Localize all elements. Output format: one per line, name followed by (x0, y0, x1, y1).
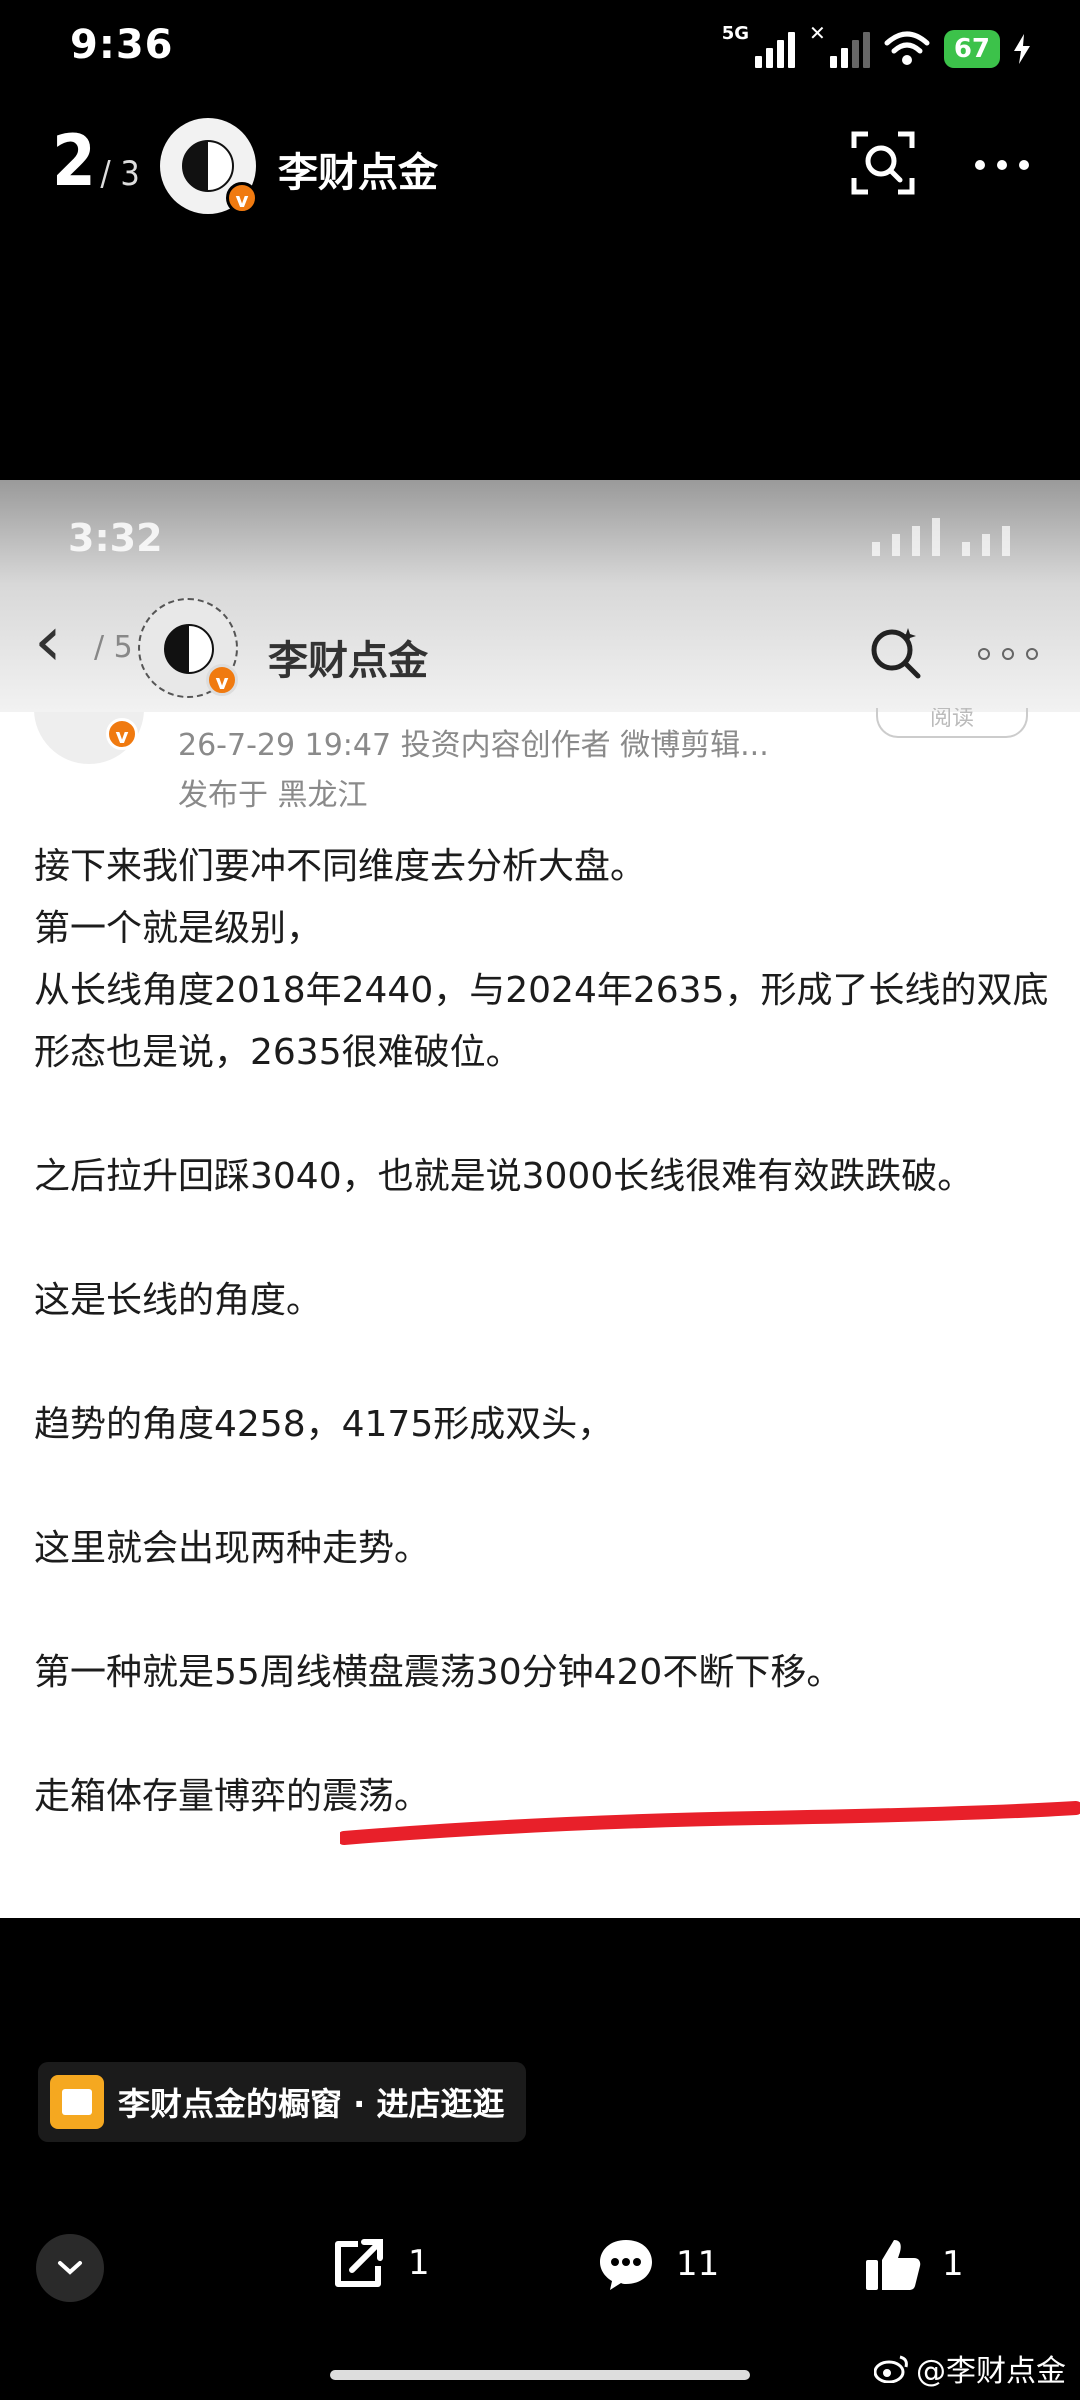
post-paragraph: 这里就会出现两种走势。 (34, 1528, 431, 1569)
home-indicator[interactable] (330, 2370, 750, 2380)
page-current: 2 (52, 120, 96, 202)
store-label: 李财点金的橱窗 · 进店逛逛 (118, 2085, 505, 2123)
image-page-counter: 2 / 3 (52, 120, 140, 202)
more-options-icon[interactable] (975, 160, 1029, 170)
post-paragraph: 之后拉升回踩3040，也就是说3000长线很难有效跌跌破。 (34, 1156, 974, 1197)
post-paragraph: 第一个就是级别， (34, 908, 323, 949)
post-body: 接下来我们要冲不同维度去分析大盘。 第一个就是级别， 从长线角度2018年244… (34, 836, 1054, 1828)
post-verified-badge-icon: v (106, 718, 138, 750)
inner-more-icon (978, 648, 1038, 660)
charging-icon (1014, 34, 1030, 64)
inner-status-time: 3:32 (68, 516, 163, 560)
post-paragraph: 第一种就是55周线横盘震荡30分钟420不断下移。 (34, 1652, 843, 1693)
comment-count: 11 (676, 2244, 720, 2284)
signal-icon (755, 30, 796, 68)
post-paragraph: 这是长线的角度。 (34, 1280, 323, 1321)
weibo-logo-icon (874, 2355, 908, 2383)
post-meta: 26-7-29 19:47 投资内容创作者 微博剪辑... (178, 728, 769, 763)
yin-yang-icon (182, 140, 234, 192)
inner-status-icons (872, 518, 1010, 556)
post-location: 发布于 黑龙江 (178, 778, 368, 813)
status-icons: 5G ✕ 67 (721, 21, 1030, 74)
post-paragraph: 接下来我们要冲不同维度去分析大盘。 (34, 846, 647, 887)
share-count: 1 (408, 2243, 430, 2283)
verified-badge-icon: v (226, 182, 258, 214)
wifi-icon (884, 31, 930, 65)
comment-button[interactable]: 11 (596, 2236, 719, 2292)
inner-back-chevron-icon: ‹ (34, 600, 62, 682)
signal-icon-sim2 (829, 30, 870, 68)
post-author-avatar: v (34, 712, 144, 764)
scan-search-icon[interactable] (850, 130, 916, 196)
inner-avatar: v (138, 598, 238, 698)
store-window-banner[interactable]: 李财点金的橱窗 · 进店逛逛 (38, 2062, 527, 2142)
comment-icon (600, 2240, 652, 2290)
storefront-icon (50, 2075, 104, 2129)
share-button[interactable]: 1 (330, 2236, 430, 2290)
like-count: 1 (942, 2244, 964, 2284)
inner-header-area: 3:32 ‹ v / 5 李财点金 (0, 480, 1080, 712)
share-icon (335, 2239, 383, 2287)
post-paragraph: 趋势的角度4258，4175形成双头， (34, 1404, 614, 1445)
post-image[interactable]: 3:32 ‹ v / 5 李财点金 v 阅读 26-7-29 19:47 投资内… (0, 480, 1080, 1918)
red-annotation-stroke (340, 1801, 1080, 1845)
inner-page-total: / 5 (94, 630, 133, 665)
post-paragraph: 从长线角度2018年2440，与2024年2635，形成了长线的双底形态也是说，… (34, 970, 1049, 1073)
inner-verified-badge-icon: v (206, 664, 238, 696)
watermark-text: @李财点金 (916, 2354, 1066, 2389)
collapse-button[interactable] (36, 2234, 104, 2302)
battery-indicator: 67 (943, 30, 1000, 68)
page-total: / 3 (100, 154, 140, 194)
like-button[interactable]: 1 (864, 2236, 964, 2292)
network-label: 5G (721, 22, 750, 44)
follow-pill: 阅读 (876, 708, 1028, 738)
inner-yin-yang-icon (164, 624, 214, 674)
author-name[interactable]: 李财点金 (278, 140, 438, 198)
thumbs-up-icon (866, 2240, 921, 2290)
chevron-down-icon (58, 2261, 82, 2275)
author-avatar[interactable]: v (160, 118, 258, 214)
inner-search-icon (871, 628, 921, 679)
status-time: 9:36 (70, 22, 174, 68)
inner-author-name: 李财点金 (268, 638, 428, 684)
weibo-watermark: @李财点金 (874, 2346, 1066, 2390)
no-signal-mark-icon: ✕ (809, 21, 826, 45)
